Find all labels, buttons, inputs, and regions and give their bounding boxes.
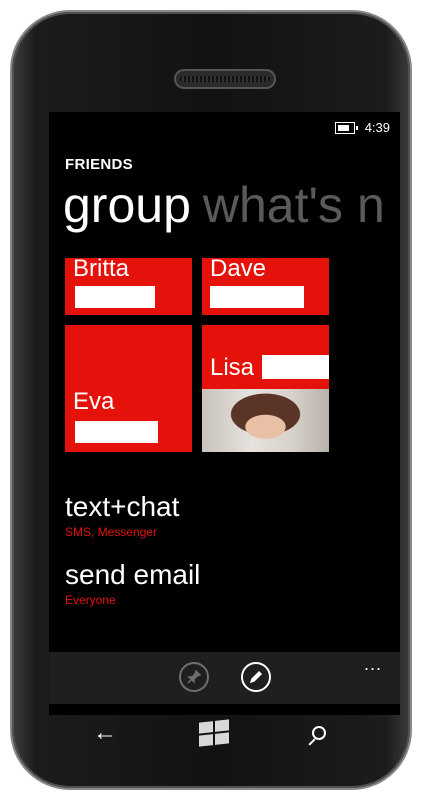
app-title: FRIENDS [65, 156, 133, 173]
action-title: text+chat [65, 491, 180, 522]
pivot-item-group[interactable]: group [63, 177, 191, 233]
status-time: 4:39 [364, 120, 390, 135]
phone-frame: 4:39 FRIENDS group what's n Britta Dave E… [12, 12, 410, 788]
more-button[interactable]: ... [364, 654, 382, 675]
status-bar: 4:39 [334, 120, 390, 135]
tile-name: Dave [210, 258, 267, 282]
pin-icon [187, 670, 201, 684]
redacted-block [262, 355, 329, 379]
redacted-block [75, 286, 155, 308]
app-bar: ... [49, 652, 400, 704]
action-send-email[interactable]: send email Everyone [65, 559, 201, 607]
pin-button[interactable] [179, 662, 209, 692]
action-text-chat[interactable]: text+chat SMS, Messenger [65, 491, 180, 539]
phone-speaker [174, 69, 276, 89]
windows-logo-icon [199, 719, 229, 747]
pivot-item-whats-new[interactable]: what's n [203, 177, 385, 233]
action-subtitle: SMS, Messenger [65, 524, 158, 539]
edit-button[interactable] [241, 662, 271, 692]
search-button[interactable] [306, 720, 332, 746]
tile-eva[interactable]: Eva [65, 325, 192, 452]
action-subtitle: Everyone [65, 592, 116, 607]
back-icon: ← [93, 719, 117, 746]
tile-name: Eva [73, 388, 115, 415]
tile-britta[interactable]: Britta [65, 258, 192, 315]
pencil-icon [249, 670, 263, 684]
phone-screen: 4:39 FRIENDS group what's n Britta Dave E… [49, 112, 400, 715]
back-button[interactable]: ← [90, 718, 120, 748]
tile-name: Lisa [210, 354, 255, 381]
action-title: send email [65, 559, 201, 590]
pivot-header: group what's n [63, 180, 385, 230]
contact-photo [202, 389, 329, 452]
battery-icon [334, 121, 358, 134]
tile-dave[interactable]: Dave [202, 258, 329, 315]
start-button[interactable] [194, 716, 234, 750]
redacted-block [75, 421, 158, 443]
search-icon [312, 726, 326, 740]
tile-lisa[interactable]: Lisa [202, 325, 329, 452]
tile-name: Britta [73, 258, 130, 282]
redacted-block [210, 286, 304, 308]
